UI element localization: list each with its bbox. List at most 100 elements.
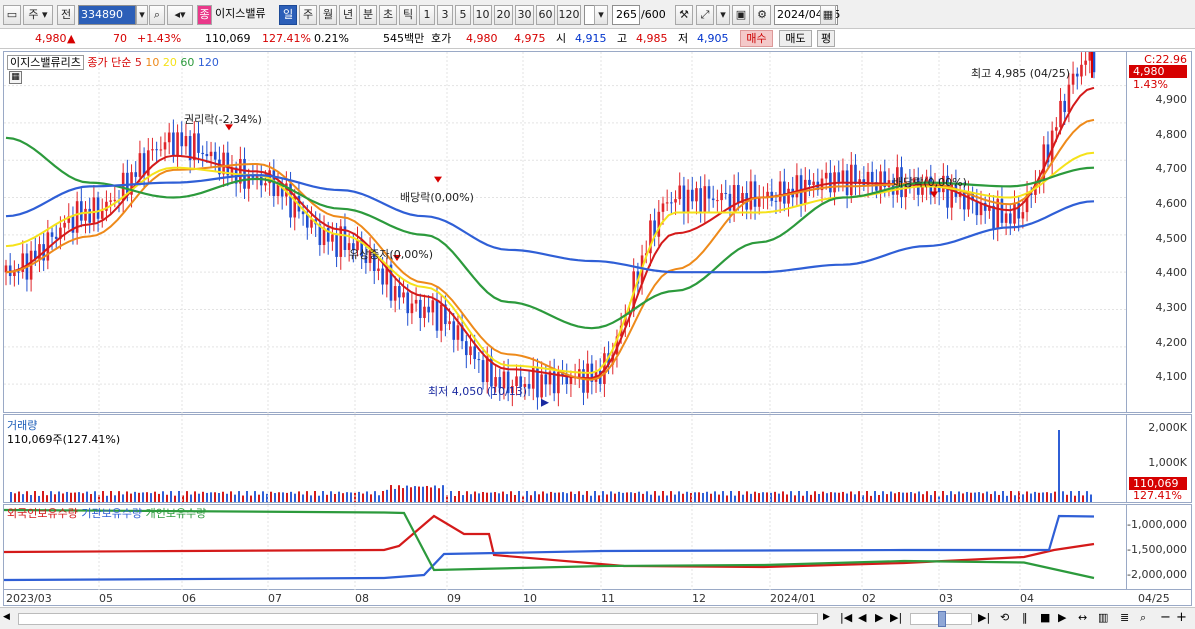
code-dropdown-icon[interactable]: ▾ xyxy=(136,5,148,25)
indicator-badge[interactable]: 종 xyxy=(197,5,212,25)
interval-1[interactable]: 1 xyxy=(419,5,435,25)
nav-end-icon[interactable]: ▶| xyxy=(978,611,990,624)
candle-body xyxy=(849,164,853,196)
candle-body xyxy=(720,192,723,201)
price-panel[interactable]: 이지스밸류리츠 종가 단순 5 10 20 60 120 ▦ 최고 4,985 … xyxy=(3,51,1128,414)
interval-5[interactable]: 5 xyxy=(455,5,471,25)
period-year[interactable]: 년 xyxy=(339,5,357,25)
period-month[interactable]: 월 xyxy=(319,5,337,25)
holding-panel[interactable]: 외국인보유수량 기관보유수량 개인보유수량 xyxy=(3,504,1127,591)
nav-next-icon[interactable]: ▶ xyxy=(875,611,883,624)
volume-bar xyxy=(22,494,24,502)
candle-body xyxy=(213,151,217,160)
tick-icon[interactable]: ↔ xyxy=(1078,611,1087,624)
candle-body xyxy=(1092,52,1096,73)
candle-body xyxy=(331,234,334,242)
interval-10[interactable]: 10 xyxy=(473,5,492,25)
volume-bar xyxy=(214,492,216,502)
volume-bar xyxy=(926,491,928,502)
scroll-right-icon[interactable]: ▶ xyxy=(823,612,835,626)
play-icon[interactable]: ▶ xyxy=(1058,611,1066,624)
interval-120[interactable]: 120 xyxy=(557,5,581,25)
volume-bar xyxy=(370,494,372,502)
scroll-track[interactable] xyxy=(18,613,818,625)
volume-bar xyxy=(398,485,400,502)
volume-bar xyxy=(202,491,204,502)
volume-bar xyxy=(982,493,984,502)
grid-icon[interactable]: ▥ xyxy=(1098,611,1108,624)
interval-3[interactable]: 3 xyxy=(437,5,453,25)
eval-button[interactable]: 평 xyxy=(817,30,835,47)
buy-button[interactable]: 매수 xyxy=(740,30,773,47)
volume-bar xyxy=(462,495,464,502)
nav-prev-icon[interactable]: ◀ xyxy=(858,611,866,624)
x-label-end: 04/25 xyxy=(1138,592,1170,605)
candle-body xyxy=(193,133,196,161)
market-select[interactable]: 주 ▾ xyxy=(23,5,53,25)
draw-icon[interactable]: ⤢ xyxy=(696,5,714,25)
candle-body xyxy=(1067,84,1071,113)
nav-first-icon[interactable]: |◀ xyxy=(840,611,852,624)
step-back-icon[interactable]: ⟲ xyxy=(1000,611,1009,624)
scroll-left-icon[interactable]: ◀ xyxy=(3,612,15,626)
volume-bar xyxy=(1086,491,1088,502)
candle-body xyxy=(465,341,468,356)
pause-icon[interactable]: ‖ xyxy=(1022,611,1028,624)
volume-panel[interactable]: 거래량 110,069주(127.41%) xyxy=(3,414,1127,504)
period-second[interactable]: 초 xyxy=(379,5,397,25)
volume-bar xyxy=(894,493,896,502)
volume-bar xyxy=(350,492,352,502)
stop-icon[interactable]: ■ xyxy=(1040,611,1050,624)
volume-bar xyxy=(1022,494,1024,502)
nav-last-icon[interactable]: ▶| xyxy=(890,611,902,624)
interval-20[interactable]: 20 xyxy=(494,5,513,25)
volume-bar xyxy=(454,495,456,502)
code-input[interactable]: 334890 xyxy=(78,5,136,25)
draw-dropdown-icon[interactable]: ▾ xyxy=(716,5,730,25)
save-icon[interactable]: ▣ xyxy=(732,5,750,25)
count-input[interactable]: 265 xyxy=(612,5,640,25)
volume-bar xyxy=(486,492,488,502)
list-icon[interactable]: ≣ xyxy=(1120,611,1129,624)
candle-body xyxy=(410,303,414,314)
period-day[interactable]: 일 xyxy=(279,5,297,25)
zoom-minus-icon[interactable]: − xyxy=(1160,610,1171,625)
candle-body xyxy=(402,292,405,298)
volume-bar xyxy=(38,495,40,502)
grid-toggle-icon[interactable]: ▦ xyxy=(9,71,22,84)
volume-bar xyxy=(902,492,904,502)
candle-body xyxy=(63,222,66,228)
interval-30[interactable]: 30 xyxy=(515,5,534,25)
search-icon[interactable]: ⌕ xyxy=(149,5,165,25)
zoom-in-icon[interactable]: ⌕ xyxy=(1140,611,1146,625)
calendar-icon[interactable]: ▦ xyxy=(820,5,836,25)
period-week[interactable]: 주 xyxy=(299,5,317,25)
candle-body xyxy=(456,325,460,340)
volume-bar xyxy=(166,494,168,502)
custom-interval-dropdown-icon[interactable]: ▾ xyxy=(594,5,608,25)
candle-body xyxy=(1059,100,1062,128)
volume-bar xyxy=(738,491,740,502)
candle-body xyxy=(716,200,719,202)
window-icon[interactable]: ▭ xyxy=(3,5,21,25)
volume-bar xyxy=(550,491,552,502)
candle-body xyxy=(753,181,757,207)
scroll-bar[interactable]: ◀ ▶ |◀ ◀ ▶ ▶| ▶| ⟲ ‖ ■ ▶ ↔ ▥ ≣ ⌕ − + xyxy=(0,607,1195,629)
period-minute[interactable]: 분 xyxy=(359,5,377,25)
zoom-plus-icon[interactable]: + xyxy=(1176,610,1187,625)
prev-button[interactable]: 전 xyxy=(57,5,75,25)
candle-body xyxy=(1071,73,1075,85)
sell-button[interactable]: 매도 xyxy=(779,30,812,47)
x-label-10: 10 xyxy=(523,592,537,605)
speaker-icon[interactable]: ◂▾ xyxy=(167,5,193,25)
interval-60[interactable]: 60 xyxy=(536,5,555,25)
volume-bar xyxy=(326,494,328,502)
volume-bar xyxy=(746,491,748,502)
zoom-thumb[interactable] xyxy=(938,611,946,627)
tools-icon[interactable]: ⚒ xyxy=(675,5,693,25)
volume-bar xyxy=(954,494,956,502)
volume-bar xyxy=(1026,491,1028,502)
volume-bar xyxy=(530,495,532,502)
period-tick[interactable]: 틱 xyxy=(399,5,417,25)
gear-icon[interactable]: ⚙ xyxy=(753,5,771,25)
